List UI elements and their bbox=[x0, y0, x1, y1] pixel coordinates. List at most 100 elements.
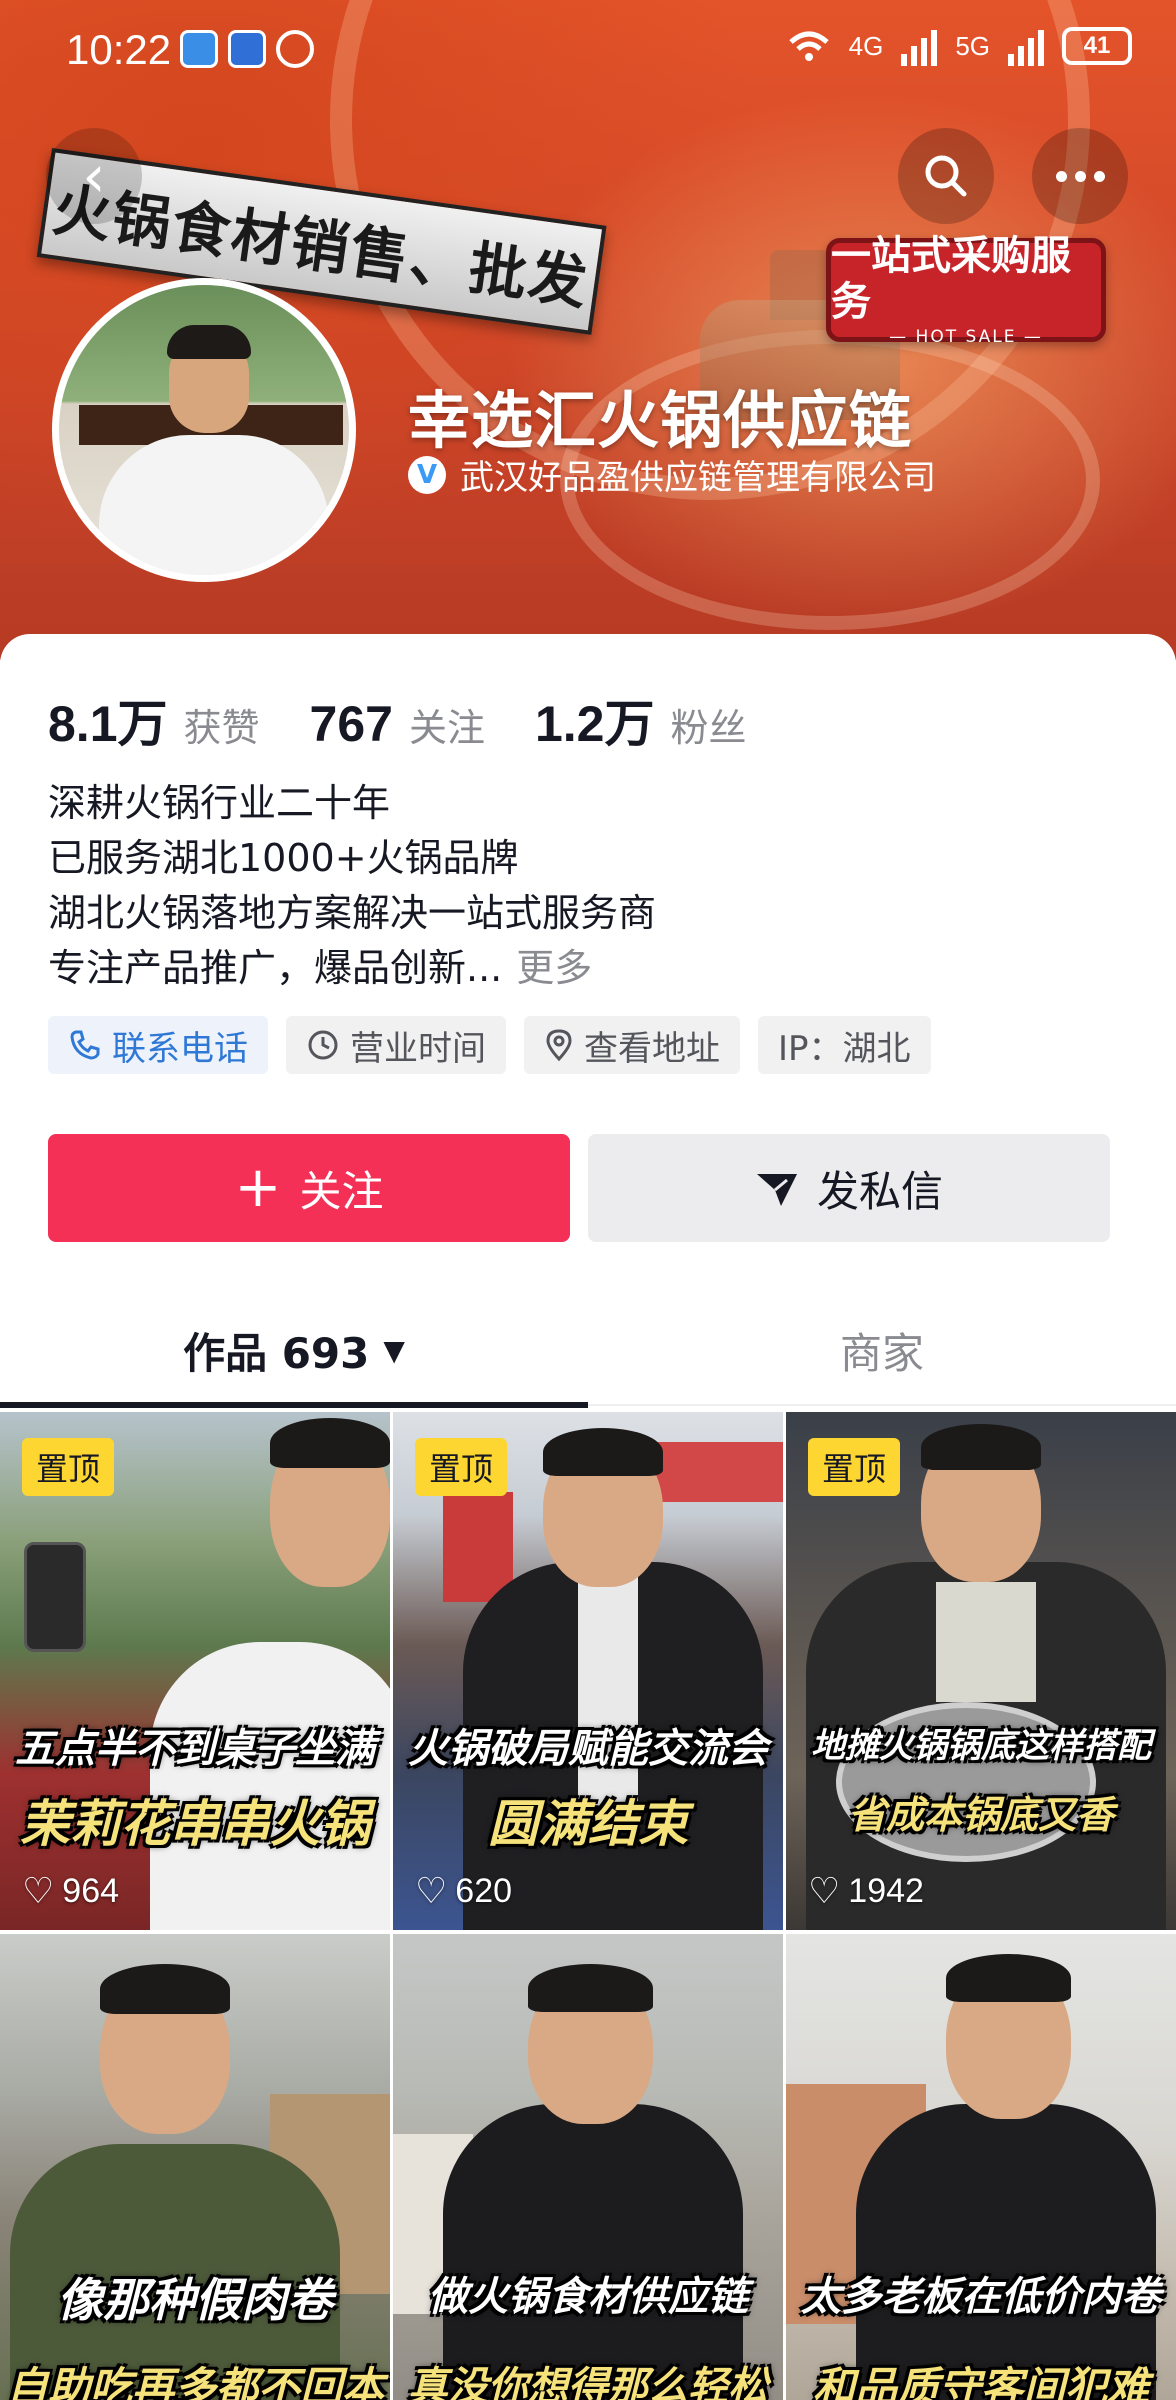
video-caption-line1: 像那种假肉卷 bbox=[57, 2273, 333, 2327]
signal-icon bbox=[1008, 26, 1044, 66]
bio-line: 湖北火锅落地方案解决一站式服务商 bbox=[48, 891, 657, 935]
video-likes: ♡ 964 bbox=[22, 1870, 119, 1912]
likes-count: 964 bbox=[62, 1871, 120, 1910]
stat-label: 粉丝 bbox=[670, 706, 747, 750]
video-caption-line2: 自助吃再多都不回本 bbox=[5, 2363, 384, 2400]
video-person bbox=[270, 1418, 390, 1468]
profile-stats: 8.1万 获赞 767 关注 1.2万 粉丝 bbox=[48, 684, 797, 756]
tab-works[interactable]: 作品 693 ▼ bbox=[0, 1294, 588, 1408]
pinned-badge: 置顶 bbox=[22, 1438, 115, 1496]
video-caption-line1: 做火锅食材供应链 bbox=[428, 2274, 748, 2320]
signal-icon bbox=[901, 26, 938, 66]
clock-icon bbox=[308, 1030, 338, 1060]
pinned-badge: 置顶 bbox=[415, 1438, 508, 1496]
tab-merchant[interactable]: 商家 bbox=[588, 1294, 1176, 1406]
address-tag[interactable]: 查看地址 bbox=[524, 1016, 740, 1074]
caret-down-icon: ▼ bbox=[383, 1333, 405, 1367]
bio-line: 已服务湖北1000+火锅品牌 bbox=[48, 836, 519, 880]
more-options-button[interactable] bbox=[1032, 128, 1128, 224]
video-person bbox=[946, 1954, 1071, 2002]
profile-card: 8.1万 获赞 767 关注 1.2万 粉丝 深耕火锅行业二十年 已服务湖北10… bbox=[0, 634, 1176, 2400]
bio-more-link[interactable]: 更多 bbox=[516, 946, 592, 990]
alarm-icon bbox=[276, 30, 314, 68]
message-label: 发私信 bbox=[816, 1166, 943, 1216]
video-caption-line1: 地摊火锅锅底这样搭配 bbox=[811, 1726, 1151, 1766]
video-thumbnail[interactable]: 置顶 火锅破局赋能交流会 圆满结束 ♡ 620 bbox=[393, 1412, 783, 1930]
search-button[interactable] bbox=[898, 128, 994, 224]
battery-level: 41 bbox=[1083, 32, 1111, 59]
stat-likes[interactable]: 8.1万 获赞 bbox=[48, 684, 260, 756]
video-person bbox=[100, 1964, 230, 2014]
more-dots-icon bbox=[1055, 170, 1105, 182]
status-time: 10:22 bbox=[66, 26, 172, 73]
stat-label: 获赞 bbox=[183, 706, 260, 750]
battery-icon: 41 bbox=[1062, 27, 1132, 65]
verified-badge-icon: V bbox=[408, 455, 446, 494]
stat-followers[interactable]: 1.2万 粉丝 bbox=[535, 684, 747, 756]
heart-icon: ♡ bbox=[415, 1870, 448, 1911]
status-bar: 10:22 4G 5G 41 bbox=[0, 0, 1176, 100]
send-message-button[interactable]: 发私信 bbox=[588, 1134, 1110, 1242]
video-grid: 置顶 五点半不到桌子坐满 茉莉花串串火锅 ♡ 964 置顶 火锅破局赋能交流会 … bbox=[0, 1412, 1176, 2400]
service-sign-sub: — HOT SALE — bbox=[889, 327, 1043, 347]
location-icon bbox=[546, 1029, 572, 1062]
phone-in-hand bbox=[24, 1542, 86, 1652]
video-caption-line2: 真没你想得那么轻松 bbox=[408, 2364, 768, 2400]
video-caption-line1: 火锅破局赋能交流会 bbox=[408, 1726, 768, 1772]
app-notification-icon bbox=[180, 30, 218, 68]
send-icon bbox=[756, 1174, 797, 1206]
stat-label: 关注 bbox=[408, 706, 485, 750]
avatar-body-decor bbox=[99, 435, 329, 575]
video-caption-line2: 茉莉花串串火锅 bbox=[20, 1795, 370, 1853]
stat-value: 767 bbox=[309, 696, 393, 752]
tag-label: 查看地址 bbox=[584, 1028, 720, 1069]
back-button[interactable]: ‹ bbox=[46, 128, 142, 224]
stat-value: 8.1万 bbox=[48, 696, 168, 752]
tab-works-label: 作品 693 bbox=[183, 1328, 370, 1378]
ip-location-tag: IP：湖北 bbox=[758, 1016, 931, 1074]
business-hours-tag[interactable]: 营业时间 bbox=[286, 1016, 506, 1074]
stat-following[interactable]: 767 关注 bbox=[310, 695, 485, 753]
stat-value: 1.2万 bbox=[534, 696, 655, 752]
tag-label: IP：湖北 bbox=[778, 1028, 911, 1069]
verification-row[interactable]: V 武汉好品盈供应链管理有限公司 bbox=[408, 450, 936, 499]
video-person bbox=[543, 1428, 663, 1476]
content-tabs: 作品 693 ▼ 商家 bbox=[0, 1294, 1176, 1408]
service-sign-main: 一站式采购服务 bbox=[831, 233, 1071, 325]
video-person bbox=[921, 1424, 1041, 1470]
search-icon bbox=[925, 155, 967, 197]
tab-merchant-label: 商家 bbox=[839, 1328, 924, 1378]
follow-button[interactable]: + 关注 bbox=[48, 1134, 570, 1242]
video-caption-line1: 太多老板在低价内卷 bbox=[801, 2274, 1161, 2320]
video-likes: ♡ 1942 bbox=[808, 1870, 924, 1912]
video-thumbnail[interactable]: 置顶 五点半不到桌子坐满 茉莉花串串火锅 ♡ 964 bbox=[0, 1412, 390, 1930]
video-thumbnail[interactable]: 像那种假肉卷 自助吃再多都不回本 bbox=[0, 1934, 390, 2400]
likes-count: 1942 bbox=[848, 1871, 924, 1910]
network-label: 5G bbox=[955, 30, 990, 61]
status-indicators: 4G 5G 41 bbox=[787, 26, 1132, 66]
company-name: 武汉好品盈供应链管理有限公司 bbox=[460, 458, 936, 498]
app-notification-icon bbox=[228, 30, 266, 68]
avatar[interactable] bbox=[52, 278, 356, 582]
video-caption-line2: 省成本锅底又香 bbox=[847, 1793, 1114, 1837]
profile-banner: 10:22 4G 5G 41 火锅食材销售、批发 ‹ 一站式采购服务 — HOT… bbox=[0, 0, 1176, 660]
bio-line-last: 专注产品推广，爆品创新... 更多 bbox=[48, 941, 656, 996]
heart-icon: ♡ bbox=[808, 1870, 841, 1911]
pinned-badge: 置顶 bbox=[808, 1438, 901, 1496]
network-label: 4G bbox=[848, 30, 884, 61]
follow-label: 关注 bbox=[299, 1166, 384, 1216]
contact-phone-tag[interactable]: 联系电话 bbox=[48, 1016, 268, 1074]
red-banner-decor bbox=[443, 1492, 513, 1602]
profile-name: 幸选汇火锅供应链 bbox=[408, 384, 913, 457]
video-person bbox=[528, 1964, 653, 2012]
video-caption-line1: 五点半不到桌子坐满 bbox=[15, 1726, 375, 1772]
plus-icon: + bbox=[234, 1155, 282, 1220]
video-caption-line2: 圆满结束 bbox=[488, 1795, 688, 1853]
phone-icon bbox=[70, 1030, 100, 1060]
video-thumbnail[interactable]: 太多老板在低价内卷 和品质守客间犯难 bbox=[786, 1934, 1176, 2400]
video-thumbnail[interactable]: 做火锅食材供应链 真没你想得那么轻松 bbox=[393, 1934, 783, 2400]
wifi-icon bbox=[788, 31, 829, 61]
video-caption-line2: 和品质守客间犯难 bbox=[812, 2363, 1149, 2400]
video-likes: ♡ 620 bbox=[415, 1870, 512, 1912]
video-thumbnail[interactable]: 置顶 地摊火锅锅底这样搭配 省成本锅底又香 ♡ 1942 bbox=[786, 1412, 1176, 1930]
